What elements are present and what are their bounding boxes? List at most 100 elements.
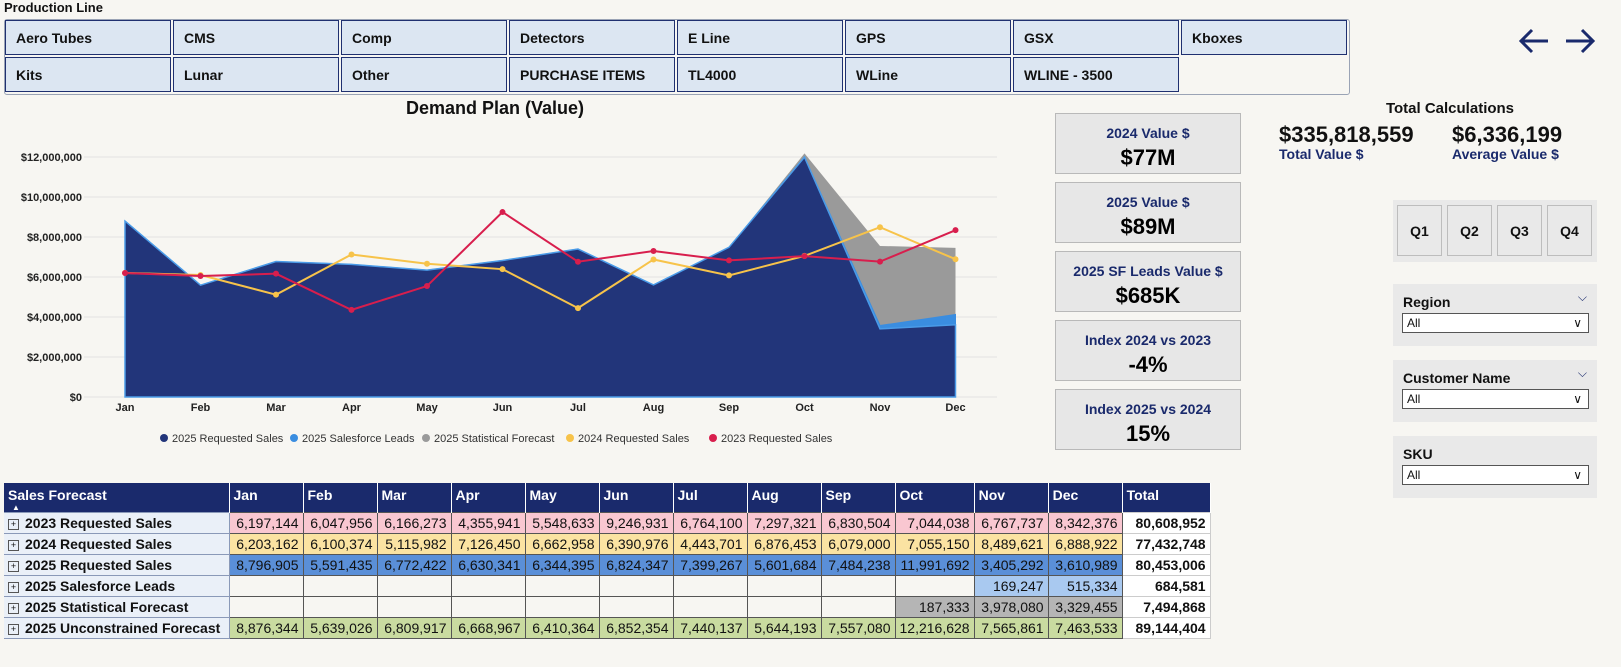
expand-icon[interactable]: +: [8, 540, 19, 551]
chart-title: Demand Plan (Value): [405, 98, 585, 118]
series-2023-requested-point: [273, 270, 279, 277]
arrow-left-icon[interactable]: [1517, 24, 1551, 58]
table-cell: 6,888,922: [1047, 533, 1123, 555]
table-cell: 6,662,958: [524, 533, 600, 555]
table-cell: 7,463,533: [1047, 617, 1123, 639]
column-header[interactable]: May: [525, 483, 600, 513]
expand-icon[interactable]: +: [8, 582, 19, 593]
chevron-down-icon: ∨: [1573, 392, 1582, 406]
row-label: 2025 Requested Sales: [25, 557, 173, 573]
column-header[interactable]: Aug: [747, 483, 822, 513]
chevron-down-icon[interactable]: ⌵: [1578, 366, 1587, 381]
expand-icon[interactable]: +: [8, 561, 19, 572]
slicer-tile[interactable]: PURCHASE ITEMS: [509, 57, 675, 92]
column-header[interactable]: Apr: [451, 483, 526, 513]
series-2024-requested-point: [952, 256, 959, 263]
table-cell: 6,197,144: [228, 512, 304, 534]
expand-icon[interactable]: +: [8, 519, 19, 530]
column-header[interactable]: Jul: [673, 483, 748, 513]
x-tick-label: Dec: [945, 402, 965, 414]
y-tick-label: $10,000,000: [21, 192, 82, 204]
table-cell: 3,610,989: [1047, 554, 1123, 576]
column-header[interactable]: Jun: [599, 483, 674, 513]
average-value-label: Average Value $: [1452, 146, 1559, 162]
quarter-button-q3[interactable]: Q3: [1497, 205, 1542, 256]
chevron-down-icon: ∨: [1573, 468, 1582, 482]
quarter-button-q2[interactable]: Q2: [1447, 205, 1492, 256]
x-tick-label: Jan: [116, 402, 135, 414]
table-cell: 5,548,633: [524, 512, 600, 534]
column-header[interactable]: Jan: [229, 483, 304, 513]
table-cell: 5,115,982: [376, 533, 452, 555]
series-2023-requested-point: [650, 248, 657, 255]
expand-icon[interactable]: +: [8, 603, 19, 614]
slicer-tile[interactable]: Lunar: [173, 57, 339, 92]
slicer-tile[interactable]: WLINE - 3500: [1013, 57, 1179, 92]
table-row: +2023 Requested Sales 6,197,144 6,047,956 6…: [4, 512, 1211, 534]
table-cell: 9,246,931: [598, 512, 674, 534]
table-cell: 12,216,628: [894, 617, 975, 639]
column-header[interactable]: Sep: [821, 483, 896, 513]
table-cell: 6,344,395: [524, 554, 600, 576]
table-cell: 6,047,956: [302, 512, 378, 534]
column-header[interactable]: Mar: [377, 483, 452, 513]
slicer-tile[interactable]: Kits: [5, 57, 171, 92]
customer-name-filter: Customer Name ⌵ All ∨: [1393, 360, 1597, 422]
column-header[interactable]: Total: [1122, 483, 1211, 513]
y-tick-label: $8,000,000: [27, 232, 82, 244]
slicer-tile[interactable]: GPS: [845, 20, 1011, 55]
chevron-down-icon[interactable]: ⌵: [1578, 290, 1587, 305]
table-cell: [598, 596, 674, 618]
table-cell: [302, 575, 378, 597]
table-cell: [302, 596, 378, 618]
legend-marker: [566, 434, 574, 442]
table-cell: 5,601,684: [746, 554, 822, 576]
customer-name-select[interactable]: All ∨: [1402, 389, 1589, 409]
table-cell: 3,978,080: [973, 596, 1049, 618]
legend-marker: [290, 434, 298, 442]
slicer-tile[interactable]: Other: [341, 57, 507, 92]
legend-marker: [422, 434, 430, 442]
slicer-tile[interactable]: Comp: [341, 20, 507, 55]
table-row: +2025 Unconstrained Forecast 8,876,344 5,6…: [4, 617, 1211, 639]
slicer-tile[interactable]: Kboxes: [1181, 20, 1347, 55]
region-select[interactable]: All ∨: [1402, 313, 1589, 333]
slicer-tile[interactable]: Aero Tubes: [5, 20, 171, 55]
expand-icon[interactable]: +: [8, 624, 19, 635]
column-header[interactable]: Oct: [895, 483, 975, 513]
sales-forecast-header[interactable]: Sales Forecast ▲: [4, 483, 230, 513]
column-header[interactable]: Nov: [974, 483, 1049, 513]
arrow-right-icon[interactable]: [1563, 24, 1597, 58]
row-header: +2025 Requested Sales: [4, 554, 230, 576]
column-header[interactable]: Dec: [1048, 483, 1123, 513]
kpi-label: 2025 SF Leads Value $: [1073, 263, 1223, 279]
table-cell: 6,166,273: [376, 512, 452, 534]
slicer-tile[interactable]: Detectors: [509, 20, 675, 55]
table-row: +2025 Salesforce Leads 169,247 515,334 684,…: [4, 575, 1211, 597]
kpi-value: -4%: [1128, 352, 1168, 377]
production-line-slicer: Aero Tubes CMS Comp Detectors E Line GPS GSX Kb…: [4, 19, 1350, 95]
slicer-tile[interactable]: CMS: [173, 20, 339, 55]
sku-select[interactable]: All ∨: [1402, 465, 1589, 485]
quarter-button-q4[interactable]: Q4: [1547, 205, 1592, 256]
slicer-tile[interactable]: GSX: [1013, 20, 1179, 55]
series-2024-requested-point: [650, 256, 657, 263]
slicer-tile[interactable]: WLine: [845, 57, 1011, 92]
series-2024-requested-point: [499, 266, 506, 273]
table-cell: [746, 575, 822, 597]
table-cell: 6,390,976: [598, 533, 674, 555]
quarter-button-q1[interactable]: Q1: [1397, 205, 1442, 256]
series-2023-requested-point: [122, 270, 128, 277]
table-cell: [820, 575, 896, 597]
table-cell: 6,772,422: [376, 554, 452, 576]
row-header: +2025 Unconstrained Forecast: [4, 617, 230, 639]
sort-ascending-icon[interactable]: ▲: [8, 504, 225, 512]
table-cell: [894, 575, 975, 597]
table-cell: [524, 575, 600, 597]
slicer-tile[interactable]: TL4000: [677, 57, 843, 92]
kpi-value: $77M: [1120, 145, 1176, 170]
slicer-tile[interactable]: E Line: [677, 20, 843, 55]
column-header[interactable]: Feb: [303, 483, 378, 513]
table-row: +2024 Requested Sales 6,203,162 6,100,374 5…: [4, 533, 1211, 555]
row-header: +2025 Salesforce Leads: [4, 575, 230, 597]
